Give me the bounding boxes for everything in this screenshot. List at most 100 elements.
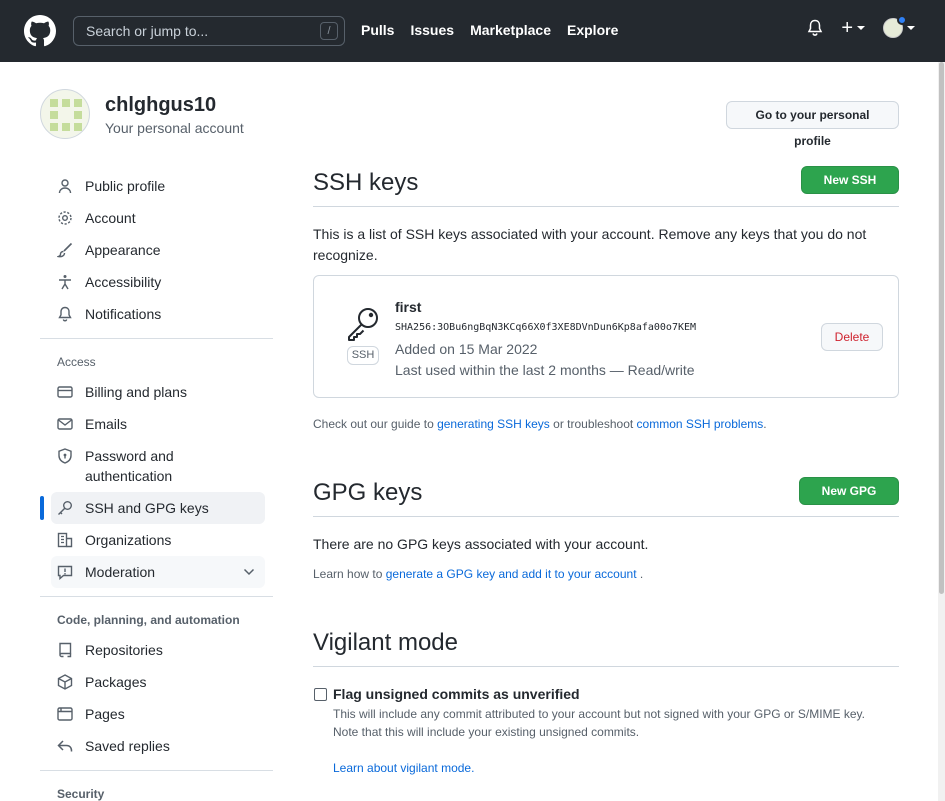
- sidebar-item-label: Saved replies: [85, 738, 170, 754]
- mail-icon: [57, 418, 73, 430]
- sidebar-item-emails[interactable]: Emails: [51, 408, 265, 440]
- new-ssh-key-button[interactable]: New SSH key: [801, 166, 899, 213]
- sidebar-item-notifications[interactable]: Notifications: [51, 298, 265, 330]
- ssh-key-title: first: [395, 299, 422, 315]
- ssh-key-fingerprint: SHA256:3OBu6ngBqN3KCq66X0f3XE8DVnDun6Kp8…: [395, 322, 697, 333]
- reply-icon: [57, 740, 73, 752]
- sidebar-item-label: Organizations: [85, 532, 172, 548]
- new-gpg-key-button[interactable]: New GPG key: [799, 477, 899, 524]
- sidebar-item-pages[interactable]: Pages: [51, 698, 265, 730]
- credit-card-icon: [57, 386, 73, 398]
- sidebar-item-label: Repositories: [85, 642, 163, 658]
- ssh-guide-middle: or troubleshoot: [549, 417, 637, 431]
- header-nav: Pulls Issues Marketplace Explore: [361, 22, 618, 38]
- ssh-guide-note: Check out our guide to generating SSH ke…: [313, 414, 767, 434]
- ssh-key-last-used: Last used within the last 2 months — Rea…: [395, 362, 695, 378]
- top-header: Search or jump to... / Pulls Issues Mark…: [0, 0, 945, 62]
- generating-ssh-keys-link[interactable]: generating SSH keys: [437, 417, 550, 431]
- repo-icon: [59, 642, 72, 658]
- nav-issues[interactable]: Issues: [410, 22, 454, 38]
- report-icon: [57, 565, 73, 580]
- sidebar-item-label-line2: authentication: [85, 468, 173, 484]
- ssh-key-item: SSH first SHA256:3OBu6ngBqN3KCq66X0f3XE8…: [313, 275, 899, 398]
- ssh-key-added-date: Added on 15 Mar 2022: [395, 341, 538, 357]
- delete-ssh-key-button[interactable]: Delete: [821, 323, 883, 351]
- sidebar-item-label: SSH and GPG keys: [85, 500, 209, 516]
- sidebar-item-public-profile[interactable]: Public profile: [51, 170, 265, 202]
- sidebar-heading-security: Security: [57, 787, 105, 801]
- bell-icon: [58, 306, 72, 322]
- package-icon: [57, 674, 73, 690]
- gear-icon: [58, 211, 72, 225]
- sidebar-item-repositories[interactable]: Repositories: [51, 634, 265, 666]
- sidebar-item-label: Moderation: [85, 564, 156, 580]
- section-divider: [313, 666, 899, 667]
- sidebar-item-appearance[interactable]: Appearance: [51, 234, 265, 266]
- ssh-badge: SSH: [347, 346, 379, 365]
- account-subtitle: Your personal account: [105, 120, 244, 136]
- gpg-learn-suffix: .: [636, 567, 644, 581]
- common-ssh-problems-link[interactable]: common SSH problems: [637, 417, 764, 431]
- nav-marketplace[interactable]: Marketplace: [470, 22, 551, 38]
- account-username[interactable]: chlghgus10: [105, 94, 216, 117]
- gpg-empty-message: There are no GPG keys associated with yo…: [313, 536, 649, 552]
- learn-vigilant-mode-link[interactable]: Learn about vigilant mode.: [333, 758, 474, 778]
- account-avatar[interactable]: [40, 89, 90, 139]
- vigilant-description-1: This will include any commit attributed …: [333, 707, 866, 721]
- sidebar-item-password-authentication[interactable]: Password and authentication: [51, 440, 265, 492]
- sidebar-item-billing[interactable]: Billing and plans: [51, 376, 265, 408]
- paintbrush-icon: [57, 242, 73, 258]
- vigilant-mode-title: Vigilant mode: [313, 629, 458, 656]
- chevron-down-icon[interactable]: [243, 566, 255, 578]
- gpg-learn-prefix: Learn how to: [313, 567, 386, 581]
- create-new-dropdown[interactable]: +: [841, 18, 865, 38]
- sidebar-item-saved-replies[interactable]: Saved replies: [51, 730, 265, 762]
- sidebar-item-label: Emails: [85, 416, 128, 432]
- sidebar-item-label: Pages: [85, 706, 125, 722]
- sidebar-item-label: Appearance: [85, 242, 161, 258]
- notification-dot-icon: [897, 15, 907, 25]
- identicon-icon: [50, 99, 82, 131]
- sidebar-divider: [40, 338, 273, 339]
- sidebar-item-label: Packages: [85, 674, 147, 690]
- ssh-keys-title: SSH keys: [313, 169, 419, 196]
- shield-lock-icon: [58, 448, 72, 464]
- vigilant-description-2: Note that this will include your existin…: [333, 725, 640, 739]
- sidebar-item-organizations[interactable]: Organizations: [51, 524, 265, 556]
- ssh-guide-prefix: Check out our guide to: [313, 417, 438, 431]
- sidebar-item-label: Public profile: [85, 178, 166, 194]
- header-actions: +: [807, 15, 915, 38]
- github-logo-icon[interactable]: [24, 15, 56, 47]
- section-divider: [313, 516, 899, 517]
- gpg-learn-note: Learn how to generate a GPG key and add …: [313, 564, 643, 584]
- browser-icon: [57, 707, 73, 721]
- bell-icon[interactable]: [807, 19, 823, 37]
- sidebar-item-packages[interactable]: Packages: [51, 666, 265, 698]
- gpg-keys-title: GPG keys: [313, 479, 423, 506]
- sidebar-item-account[interactable]: Account: [51, 202, 265, 234]
- sidebar-item-moderation[interactable]: Moderation: [51, 556, 265, 588]
- vigilant-mode-label[interactable]: Flag unsigned commits as unverified: [333, 684, 580, 705]
- search-placeholder: Search or jump to...: [86, 23, 209, 39]
- section-divider: [313, 206, 899, 207]
- accessibility-icon: [59, 275, 71, 290]
- key-icon: [348, 308, 378, 341]
- sidebar-item-label: Password and: [85, 448, 174, 464]
- ssh-guide-suffix: .: [763, 417, 767, 431]
- person-icon: [58, 179, 72, 194]
- nav-explore[interactable]: Explore: [567, 22, 618, 38]
- go-to-profile-button[interactable]: Go to your personal profile: [726, 101, 899, 148]
- ssh-description: This is a list of SSH keys associated wi…: [313, 226, 867, 263]
- sidebar-item-accessibility[interactable]: Accessibility: [51, 266, 265, 298]
- page-scrollbar[interactable]: [938, 62, 945, 801]
- generate-gpg-key-link[interactable]: generate a GPG key and add it to your ac…: [386, 567, 637, 581]
- sidebar-item-ssh-gpg-keys[interactable]: SSH and GPG keys: [40, 492, 265, 524]
- user-menu[interactable]: [883, 15, 915, 38]
- scrollbar-thumb[interactable]: [939, 62, 944, 594]
- search-input[interactable]: Search or jump to... /: [73, 16, 345, 46]
- sidebar-item-label: Account: [85, 210, 136, 226]
- nav-pulls[interactable]: Pulls: [361, 22, 394, 38]
- vigilant-mode-checkbox[interactable]: [314, 688, 327, 701]
- sidebar-item-label: Notifications: [85, 306, 162, 322]
- organization-icon: [57, 532, 73, 548]
